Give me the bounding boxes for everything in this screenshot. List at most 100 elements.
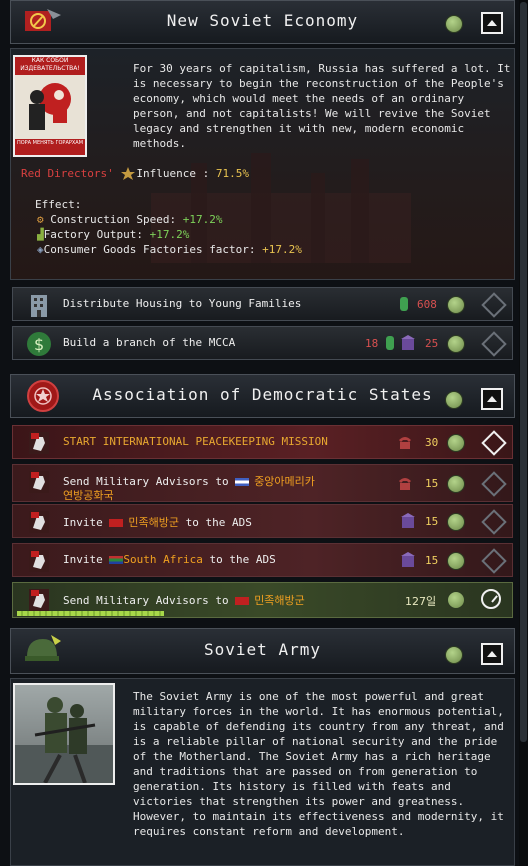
decision-progress-fill [17, 611, 165, 616]
effect-factory-label: Factory Output: [43, 228, 150, 241]
dollar-icon: $ [25, 330, 53, 358]
economy-panel: КАК СОБОЙ ИЗДЕВАТЕЛЬСТВА! ПОРА МЕНЯТЬ ГО… [10, 48, 515, 280]
economy-header: New Soviet Economy [10, 0, 515, 44]
money-icon [397, 296, 411, 312]
decision-status-dot [447, 475, 465, 493]
decision-status-dot [447, 434, 465, 452]
decision-invite-liberation-army[interactable]: Invite 민족해방군 to the ADS 15 [12, 504, 513, 538]
decision-invite-south-africa[interactable]: Invite South Africa to the ADS 15 [12, 543, 513, 577]
decision-label: Build a branch of the MCCA [63, 336, 236, 349]
label-prefix: Invite [63, 553, 110, 566]
army-soldiers-image [13, 683, 115, 785]
decision-advisors-liberation-army-active[interactable]: Send Military Advisors to 민족해방군 127일 [12, 582, 513, 618]
decision-select-button[interactable] [481, 548, 507, 574]
economy-poster: КАК СОБОЙ ИЗДЕВАТЕЛЬСТВА! ПОРА МЕНЯТЬ ГО… [13, 55, 87, 157]
country-name: 중앙아메리카 [254, 475, 315, 488]
ads-emblem-icon [23, 379, 63, 413]
decision-select-button[interactable] [481, 509, 507, 535]
army-collapse-button[interactable] [481, 643, 503, 665]
decision-label: Send Military Advisors to 민족해방군 [63, 592, 305, 608]
phone-icon [397, 434, 411, 450]
influence-value: 71.5% [215, 167, 249, 180]
army-status-dot [445, 646, 463, 664]
decision-advisors-central-america[interactable]: Send Military Advisors to 중앙아메리카 연방공화국 1… [12, 464, 513, 502]
political-power-icon [401, 513, 415, 529]
army-title: Soviet Army [204, 640, 321, 659]
decision-select-button[interactable] [481, 331, 507, 357]
decision-select-button[interactable] [481, 430, 507, 456]
country-flag-icon [109, 519, 124, 527]
ads-header: Association of Democratic States [10, 374, 515, 418]
scrollbar-thumb[interactable] [520, 2, 527, 742]
decision-cost-money: 18 [365, 337, 379, 350]
clock-icon [481, 589, 501, 609]
fist-icon [25, 508, 53, 536]
decision-label: Invite 민족해방군 to the ADS [63, 514, 252, 530]
effect-consumer-label: Consumer Goods Factories factor: [43, 243, 263, 256]
economy-title: New Soviet Economy [166, 11, 359, 30]
political-power-icon [401, 335, 415, 351]
effect-label: Effect: [35, 198, 82, 211]
effect-consumer-value: +17.2% [262, 243, 302, 256]
economy-collapse-button[interactable] [481, 12, 503, 34]
faction-influence-line: Red Directors' Influence : 71.5% [21, 166, 249, 181]
label-suffix: to the ADS [178, 516, 252, 529]
building-icon [25, 291, 53, 319]
faction-name: Red Directors' [21, 167, 114, 180]
fist-icon [25, 586, 53, 614]
fist-icon [25, 547, 53, 575]
decision-label: Invite South Africa to the ADS [63, 553, 276, 566]
soldier-helmet-icon [23, 633, 63, 667]
goods-icon: ◈ [37, 243, 44, 256]
decision-build-mcca[interactable]: $ Build a branch of the MCCA 18 25 [12, 326, 513, 360]
ads-collapse-button[interactable] [481, 388, 503, 410]
army-panel: The Soviet Army is one of the most power… [10, 678, 515, 866]
gear-icon: ⚙ [37, 213, 44, 226]
phone-icon [397, 475, 411, 491]
decision-select-button[interactable] [481, 471, 507, 497]
poster-top-text: КАК СОБОЙ ИЗДЕВАТЕЛЬСТВА! [15, 57, 85, 75]
decision-cost: 608 [417, 298, 437, 311]
influence-label: Influence : [136, 167, 216, 180]
decision-cost: 15 [425, 554, 439, 567]
money-icon [383, 335, 397, 351]
decision-status-dot [447, 296, 465, 314]
scrollbar-track[interactable] [519, 0, 528, 866]
ads-title: Association of Democratic States [92, 385, 433, 404]
decision-status-dot [447, 335, 465, 353]
decision-label: Distribute Housing to Young Families [63, 297, 302, 310]
army-description: The Soviet Army is one of the most power… [133, 690, 504, 838]
decision-remaining-time: 127일 [405, 595, 437, 608]
label-prefix: Send Military Advisors to [63, 594, 236, 607]
poster-bottom-text: ПОРА МЕНЯТЬ ГОРАРХАМ [15, 139, 85, 155]
effect-factory: ▟Factory Output: +17.2% [37, 227, 189, 242]
economy-status-dot [445, 15, 463, 33]
effect-construction-label: Construction Speed: [50, 213, 183, 226]
country-flag-icon [235, 478, 250, 486]
effect-consumer-goods: ◈Consumer Goods Factories factor: +17.2% [37, 242, 302, 257]
hammer-sickle-icon [23, 5, 63, 39]
decision-cost-pp: 25 [425, 337, 439, 350]
decision-cost: 15 [425, 477, 439, 490]
country-name: 민족해방군 [254, 594, 305, 607]
label-prefix: Invite [63, 516, 110, 529]
effect-construction-value: +17.2% [182, 213, 223, 226]
decision-status-dot [447, 513, 465, 531]
svg-text:$: $ [34, 335, 44, 354]
political-power-icon [401, 552, 415, 568]
decision-status-dot [447, 591, 465, 609]
army-header: Soviet Army [10, 628, 515, 674]
fist-icon [25, 429, 53, 457]
decision-distribute-housing[interactable]: Distribute Housing to Young Families 608 [12, 287, 513, 321]
decision-status-dot [447, 552, 465, 570]
economy-description: For 30 years of capitalism, Russia has s… [133, 62, 511, 150]
country-flag-icon [235, 597, 250, 605]
decision-peacekeeping-mission[interactable]: START INTERNATIONAL PEACEKEEPING MISSION… [12, 425, 513, 459]
country-name: 민족해방군 [128, 516, 179, 529]
country-name-line2: 연방공화국 [63, 489, 114, 502]
star-icon [120, 167, 136, 181]
decision-label: START INTERNATIONAL PEACEKEEPING MISSION [63, 435, 328, 448]
decision-progress-track [17, 611, 508, 616]
factory-icon: ▟ [37, 228, 44, 241]
decision-select-button[interactable] [481, 292, 507, 318]
